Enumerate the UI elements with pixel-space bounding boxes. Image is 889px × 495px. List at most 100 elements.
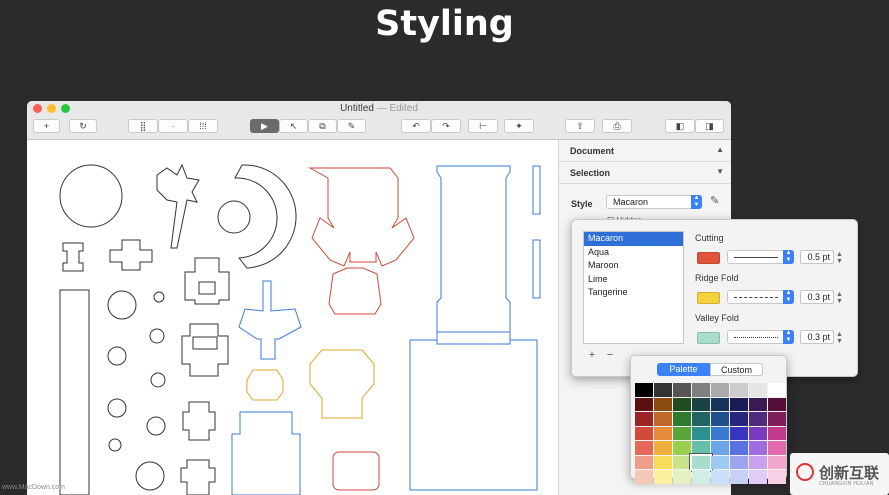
color-swatch[interactable] <box>654 383 672 397</box>
color-swatch[interactable] <box>730 397 748 411</box>
ridge-width-stepper[interactable]: ▲ ▼ <box>836 291 843 305</box>
refresh-button[interactable]: ↻ <box>69 119 97 133</box>
color-swatch[interactable] <box>749 426 767 440</box>
selection-section-header[interactable]: Selection ▼ <box>559 162 731 184</box>
color-swatch[interactable] <box>749 397 767 411</box>
valley-width-field[interactable]: 0.3 pt <box>800 330 834 344</box>
color-swatch[interactable] <box>673 441 691 455</box>
align-button[interactable]: ⊢ <box>468 119 498 133</box>
color-swatch[interactable] <box>692 397 710 411</box>
color-swatch[interactable] <box>635 426 653 440</box>
color-swatch[interactable] <box>654 412 672 426</box>
color-swatch[interactable] <box>730 441 748 455</box>
color-swatch[interactable] <box>730 426 748 440</box>
color-swatch[interactable] <box>711 470 729 484</box>
color-swatch[interactable] <box>635 455 653 469</box>
ridge-width-field[interactable]: 0.3 pt <box>800 290 834 304</box>
custom-tab[interactable]: Custom <box>710 363 763 376</box>
color-swatch[interactable] <box>749 412 767 426</box>
color-swatch[interactable] <box>749 441 767 455</box>
color-swatch[interactable] <box>673 412 691 426</box>
ridge-color-well[interactable] <box>697 292 720 304</box>
color-swatch[interactable] <box>711 412 729 426</box>
style-list-item[interactable]: Tangerine <box>584 286 683 300</box>
style-list-item[interactable]: Macaron <box>584 232 683 246</box>
pen-tool-button[interactable]: ✎ <box>337 119 366 133</box>
color-swatch[interactable] <box>711 426 729 440</box>
color-swatch[interactable] <box>654 441 672 455</box>
cutting-width-stepper[interactable]: ▲ ▼ <box>836 251 843 265</box>
color-swatch[interactable] <box>673 455 691 469</box>
color-swatch[interactable] <box>711 383 729 397</box>
style-popup[interactable]: Macaron ▲ ▼ <box>606 195 702 209</box>
dot-view-button[interactable]: · <box>158 119 188 133</box>
cutting-line-style-popup[interactable]: ▲ ▼ <box>727 250 794 264</box>
color-swatch[interactable] <box>692 383 710 397</box>
color-swatch[interactable] <box>692 412 710 426</box>
color-swatch[interactable] <box>635 383 653 397</box>
color-swatch[interactable] <box>730 470 748 484</box>
cutting-color-well[interactable] <box>697 252 720 264</box>
color-swatch[interactable] <box>730 455 748 469</box>
color-swatch[interactable] <box>654 397 672 411</box>
color-swatch[interactable] <box>768 426 786 440</box>
color-swatch[interactable] <box>730 412 748 426</box>
color-swatch[interactable] <box>654 426 672 440</box>
valley-line-style-popup[interactable]: ▲ ▼ <box>727 330 794 344</box>
style-list-item[interactable]: Aqua <box>584 246 683 260</box>
color-swatch[interactable] <box>692 426 710 440</box>
document-section-header[interactable]: Document ▲ <box>559 140 731 162</box>
dense-grid-button[interactable]: ⁞⁞⁞ <box>188 119 218 133</box>
valley-color-well[interactable] <box>697 332 720 344</box>
right-sidebar-button[interactable]: ◨ <box>695 119 724 133</box>
add-style-button[interactable]: + <box>584 348 600 362</box>
color-swatch[interactable] <box>768 441 786 455</box>
color-swatch[interactable] <box>768 397 786 411</box>
color-swatch[interactable] <box>673 397 691 411</box>
color-swatch[interactable] <box>635 397 653 411</box>
color-swatch[interactable] <box>768 470 786 484</box>
select-tool-button[interactable]: ▶ <box>250 119 279 133</box>
style-list-item[interactable]: Maroon <box>584 259 683 273</box>
color-swatch[interactable] <box>711 441 729 455</box>
magic-wand-button[interactable]: ✦ <box>504 119 534 133</box>
valley-width-stepper[interactable]: ▲ ▼ <box>836 331 843 345</box>
color-swatch[interactable] <box>711 397 729 411</box>
remove-style-button[interactable]: − <box>602 348 618 362</box>
color-swatch[interactable] <box>673 426 691 440</box>
grid-view-button[interactable]: ⣿ <box>128 119 158 133</box>
rotate-right-button[interactable]: ↷ <box>431 119 461 133</box>
color-swatch[interactable] <box>673 470 691 484</box>
drawing-canvas[interactable] <box>27 140 558 495</box>
style-list-item[interactable]: Lime <box>584 273 683 287</box>
direct-select-button[interactable]: ↖ <box>279 119 308 133</box>
edit-style-icon[interactable]: ✎ <box>710 194 719 207</box>
palette-tab[interactable]: Palette <box>657 363 710 376</box>
color-swatch[interactable] <box>768 412 786 426</box>
color-swatch[interactable] <box>635 441 653 455</box>
color-swatch[interactable] <box>768 383 786 397</box>
style-list[interactable]: Macaron Aqua Maroon Lime Tangerine <box>583 231 684 344</box>
color-swatch[interactable] <box>692 441 710 455</box>
scale-tool-button[interactable]: ⧉ <box>308 119 337 133</box>
color-swatch[interactable] <box>749 383 767 397</box>
print-button[interactable]: ⎙ <box>602 119 632 133</box>
color-swatch[interactable] <box>690 453 712 471</box>
color-swatch[interactable] <box>768 455 786 469</box>
ridge-line-style-popup[interactable]: ▲ ▼ <box>727 290 794 304</box>
color-swatch[interactable] <box>654 470 672 484</box>
color-swatch[interactable] <box>730 383 748 397</box>
color-swatch[interactable] <box>711 455 729 469</box>
color-swatch[interactable] <box>635 412 653 426</box>
add-button[interactable]: + <box>33 119 60 133</box>
color-swatch[interactable] <box>635 470 653 484</box>
color-swatch[interactable] <box>749 455 767 469</box>
color-swatch[interactable] <box>692 470 710 484</box>
color-swatch[interactable] <box>654 455 672 469</box>
color-swatch[interactable] <box>673 383 691 397</box>
rotate-left-button[interactable]: ↶ <box>401 119 431 133</box>
color-swatch[interactable] <box>749 470 767 484</box>
left-sidebar-button[interactable]: ◧ <box>665 119 695 133</box>
share-button[interactable]: ⇧ <box>565 119 595 133</box>
cutting-width-field[interactable]: 0.5 pt <box>800 250 834 264</box>
